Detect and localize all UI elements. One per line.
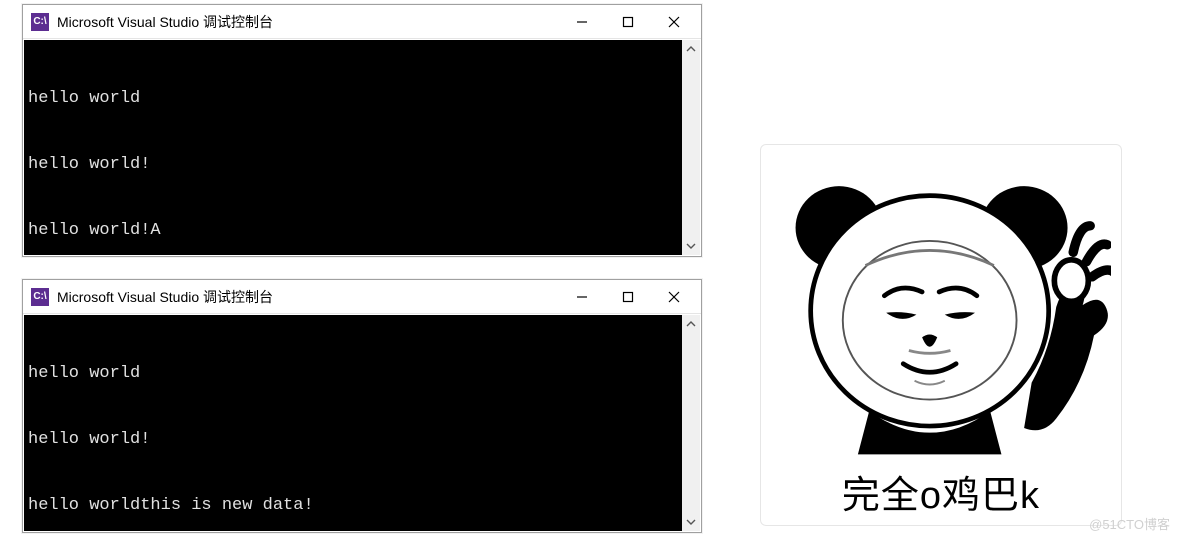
output-line: hello world [28, 363, 694, 385]
meme-caption: 完全o鸡巴k [842, 464, 1040, 519]
minimize-button[interactable] [559, 6, 605, 38]
close-button[interactable] [651, 281, 697, 313]
vs-console-icon: C:\ [31, 13, 49, 31]
console-body-top[interactable]: hello world hello world! hello world!A D… [24, 40, 700, 255]
watermark: @51CTO博客 [1089, 514, 1170, 533]
scroll-track[interactable] [682, 58, 700, 237]
console-body-bottom[interactable]: hello world hello world! hello worldthis… [24, 315, 700, 531]
scrollbar-bottom[interactable] [682, 315, 700, 531]
minimize-button[interactable] [559, 281, 605, 313]
output-line: hello world!A [28, 220, 694, 242]
scroll-track[interactable] [682, 333, 700, 513]
output-line: hello worldthis is new data! [28, 495, 694, 517]
scroll-down-icon[interactable] [682, 513, 700, 531]
maximize-button[interactable] [605, 281, 651, 313]
titlebar-top[interactable]: C:\ Microsoft Visual Studio 调试控制台 [23, 5, 701, 39]
panda-face-ok-gesture-icon [771, 155, 1111, 460]
scroll-up-icon[interactable] [682, 315, 700, 333]
scrollbar-top[interactable] [682, 40, 700, 255]
window-controls-top [559, 6, 697, 38]
close-button[interactable] [651, 6, 697, 38]
console-window-bottom: C:\ Microsoft Visual Studio 调试控制台 hello … [22, 279, 702, 533]
output-line: hello world [28, 88, 694, 110]
window-title-bottom: Microsoft Visual Studio 调试控制台 [57, 287, 559, 307]
scroll-down-icon[interactable] [682, 237, 700, 255]
maximize-button[interactable] [605, 6, 651, 38]
vs-console-icon: C:\ [31, 288, 49, 306]
output-line: hello world! [28, 429, 694, 451]
window-title-top: Microsoft Visual Studio 调试控制台 [57, 12, 559, 32]
titlebar-bottom[interactable]: C:\ Microsoft Visual Studio 调试控制台 [23, 280, 701, 314]
meme-panel: 完全o鸡巴k [760, 144, 1122, 526]
output-line: hello world! [28, 154, 694, 176]
scroll-up-icon[interactable] [682, 40, 700, 58]
console-window-top: C:\ Microsoft Visual Studio 调试控制台 hello … [22, 4, 702, 257]
window-controls-bottom [559, 281, 697, 313]
